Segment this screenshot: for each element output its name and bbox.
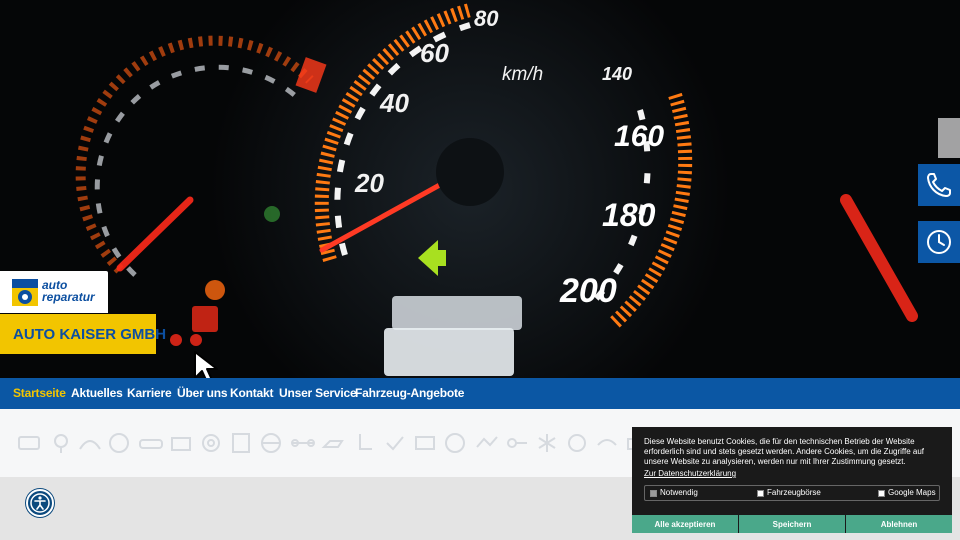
nav-fahrzeug-angebote[interactable]: Fahrzeug-Angebote bbox=[355, 386, 464, 400]
cookie-option-google-maps[interactable]: Google Maps bbox=[878, 488, 936, 498]
cookie-buttons: Alle akzeptieren Speichern Ablehnen bbox=[632, 515, 952, 533]
paint-icon bbox=[597, 439, 617, 446]
cookie-option-fahrzeugboerse[interactable]: Fahrzeugbörse bbox=[757, 488, 821, 498]
exhaust-icon bbox=[18, 436, 40, 450]
nav-karriere[interactable]: Karriere bbox=[127, 386, 172, 400]
axle-icon bbox=[291, 439, 315, 447]
car-icon bbox=[139, 439, 163, 449]
cookie-message: Diese Website benutzt Cookies, die für d… bbox=[644, 437, 925, 466]
speed-mark-60: 60 bbox=[420, 38, 449, 68]
wiper-icon bbox=[79, 440, 101, 450]
checkbox-google-maps[interactable] bbox=[878, 489, 885, 497]
speed-mark-20: 20 bbox=[354, 168, 384, 198]
phone-button[interactable] bbox=[918, 164, 960, 206]
steering-icon bbox=[261, 433, 281, 453]
speed-mark-140: 140 bbox=[602, 64, 632, 84]
logo[interactable]: auto reparatur bbox=[0, 271, 108, 313]
cookie-options: Notwendig Fahrzeugbörse Google Maps bbox=[644, 485, 940, 501]
nav-unser-service[interactable]: Unser Service bbox=[279, 386, 357, 400]
nav-aktuelles[interactable]: Aktuelles bbox=[71, 386, 123, 400]
company-name: AUTO KAISER GMBH bbox=[13, 326, 167, 343]
save-button[interactable]: Speichern bbox=[739, 515, 845, 533]
gauge-icon bbox=[445, 433, 465, 453]
clock-icon bbox=[927, 230, 951, 254]
option-label: Notwendig bbox=[660, 488, 698, 497]
accessibility-icon bbox=[30, 493, 50, 513]
company-banner[interactable]: AUTO KAISER GMBH bbox=[0, 314, 166, 354]
speed-mark-40: 40 bbox=[379, 88, 409, 118]
key-icon bbox=[507, 438, 527, 448]
seat-icon bbox=[359, 434, 372, 450]
opening-hours-button[interactable] bbox=[918, 221, 960, 263]
check-icon bbox=[386, 436, 404, 451]
battery-icon bbox=[171, 437, 191, 451]
speed-mark-180: 180 bbox=[602, 197, 656, 233]
logo-text: auto reparatur bbox=[42, 279, 95, 303]
accessibility-button[interactable] bbox=[26, 489, 54, 517]
sun-icon bbox=[568, 434, 586, 452]
logo-line-2: reparatur bbox=[42, 290, 95, 304]
phone-icon bbox=[927, 173, 951, 197]
checkbox-fahrzeugboerse[interactable] bbox=[757, 489, 764, 497]
inspection-icon bbox=[476, 436, 498, 448]
engine-icon bbox=[415, 436, 435, 450]
accept-all-button[interactable]: Alle akzeptieren bbox=[632, 515, 738, 533]
checkbox-notwendig[interactable] bbox=[650, 489, 657, 497]
nav-kontakt[interactable]: Kontakt bbox=[230, 386, 273, 400]
cookie-banner: Diese Website benutzt Cookies, die für d… bbox=[632, 427, 952, 533]
meisterbetrieb-badge-icon bbox=[12, 279, 38, 306]
checklist-icon bbox=[232, 433, 250, 453]
cookie-option-notwendig[interactable]: Notwendig bbox=[650, 488, 698, 498]
page: 20 40 60 80 140 160 180 200 km/h auto re… bbox=[0, 0, 960, 540]
oil-icon bbox=[321, 440, 344, 448]
speed-mark-80: 80 bbox=[474, 6, 499, 31]
brake-icon bbox=[202, 434, 220, 452]
nav-startseite[interactable]: Startseite bbox=[13, 386, 66, 400]
main-navigation: Startseite Aktuelles Karriere Über uns K… bbox=[0, 378, 960, 409]
decline-button[interactable]: Ablehnen bbox=[846, 515, 952, 533]
bulb-icon bbox=[54, 434, 68, 453]
speed-mark-160: 160 bbox=[614, 120, 664, 153]
option-label: Fahrzeugbörse bbox=[767, 488, 821, 497]
nav-ueber-uns[interactable]: Über uns bbox=[177, 386, 228, 400]
snowflake-icon bbox=[538, 434, 556, 452]
speed-unit: km/h bbox=[502, 64, 543, 85]
tire-icon bbox=[109, 433, 129, 453]
speed-mark-200: 200 bbox=[559, 272, 617, 310]
privacy-policy-link[interactable]: Zur Datenschutzerklärung bbox=[644, 469, 736, 479]
option-label: Google Maps bbox=[888, 488, 936, 497]
